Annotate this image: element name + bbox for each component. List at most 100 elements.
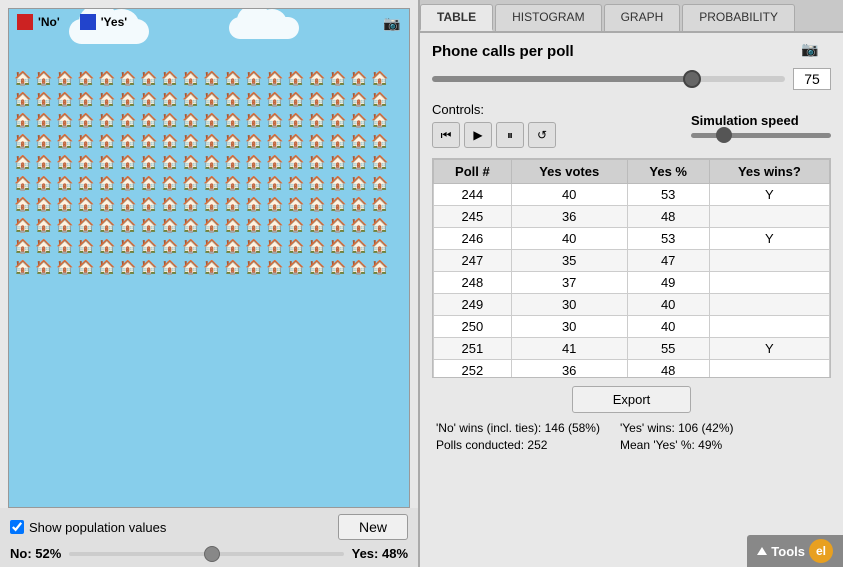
- tools-bar[interactable]: Tools el: [747, 535, 843, 567]
- right-camera-icon[interactable]: 📷: [801, 41, 819, 55]
- reset-button[interactable]: ↺: [528, 122, 556, 148]
- list-item: 🏠: [118, 173, 138, 193]
- cell-yes-wins: [709, 294, 829, 316]
- phone-calls-slider[interactable]: [432, 76, 785, 82]
- tab-probability[interactable]: PROBABILITY: [682, 4, 795, 31]
- list-item: 🏠: [181, 173, 201, 193]
- list-item: 🏠: [34, 173, 54, 193]
- polls-conducted-stat: Polls conducted: 252: [436, 438, 600, 452]
- list-item: 🏠: [13, 131, 33, 151]
- list-item: 🏠: [349, 68, 369, 88]
- legend-no-label: 'No': [38, 15, 60, 29]
- speed-slider[interactable]: [691, 133, 831, 138]
- list-item: 🏠: [118, 110, 138, 130]
- list-item: 🏠: [97, 110, 117, 130]
- col-yes-wins: Yes wins?: [709, 160, 829, 184]
- tab-table[interactable]: TABLE: [420, 4, 493, 31]
- list-item: 🏠: [160, 194, 180, 214]
- list-item: 🏠: [370, 89, 390, 109]
- list-item: 🏠: [286, 131, 306, 151]
- sim-speed-section: Simulation speed: [691, 113, 831, 138]
- list-item: 🏠: [13, 152, 33, 172]
- list-item: 🏠: [370, 257, 390, 277]
- table-row: 244 40 53 Y: [434, 184, 830, 206]
- new-button[interactable]: New: [338, 514, 408, 540]
- left-bottom-controls: Show population values New No: 52% Yes: …: [0, 508, 418, 567]
- cloud-2: [229, 17, 299, 39]
- list-item: 🏠: [97, 194, 117, 214]
- table-row: 248 37 49: [434, 272, 830, 294]
- list-item: 🏠: [244, 173, 264, 193]
- sim-speed-label: Simulation speed: [691, 113, 799, 128]
- list-item: 🏠: [223, 152, 243, 172]
- list-item: 🏠: [160, 215, 180, 235]
- table-row: 252 36 48: [434, 360, 830, 379]
- population-slider[interactable]: [69, 552, 343, 556]
- list-item: 🏠: [370, 173, 390, 193]
- no-label: No: 52%: [10, 546, 61, 561]
- list-item: 🏠: [349, 194, 369, 214]
- list-item: 🏠: [349, 131, 369, 151]
- show-population-checkbox[interactable]: [10, 520, 24, 534]
- cell-poll: 250: [434, 316, 512, 338]
- no-yes-row: No: 52% Yes: 48%: [10, 546, 408, 561]
- list-item: 🏠: [349, 89, 369, 109]
- export-button[interactable]: Export: [572, 386, 692, 413]
- cell-yes-pct: 48: [627, 206, 709, 228]
- list-item: 🏠: [265, 194, 285, 214]
- list-item: 🏠: [286, 89, 306, 109]
- list-item: 🏠: [97, 173, 117, 193]
- list-item: 🏠: [244, 89, 264, 109]
- legend-no-box: [17, 14, 33, 30]
- list-item: 🏠: [307, 152, 327, 172]
- mean-yes-stat: Mean 'Yes' %: 49%: [620, 438, 734, 452]
- list-item: 🏠: [76, 173, 96, 193]
- cell-yes-votes: 36: [511, 206, 627, 228]
- list-item: 🏠: [139, 215, 159, 235]
- legend-yes-box: [80, 14, 96, 30]
- tab-histogram[interactable]: HISTOGRAM: [495, 4, 601, 31]
- list-item: 🏠: [328, 194, 348, 214]
- list-item: 🏠: [328, 236, 348, 256]
- list-item: 🏠: [34, 131, 54, 151]
- list-item: 🏠: [34, 257, 54, 277]
- stats-col-right: 'Yes' wins: 106 (42%) Mean 'Yes' %: 49%: [620, 421, 734, 452]
- cell-yes-wins: Y: [709, 228, 829, 250]
- yes-wins-stat: 'Yes' wins: 106 (42%): [620, 421, 734, 435]
- table-row: 246 40 53 Y: [434, 228, 830, 250]
- list-item: 🏠: [97, 68, 117, 88]
- list-item: 🏠: [202, 131, 222, 151]
- list-item: 🏠: [244, 110, 264, 130]
- table-row: 245 36 48: [434, 206, 830, 228]
- pause-button[interactable]: ⏸: [496, 122, 524, 148]
- list-item: 🏠: [244, 152, 264, 172]
- play-button[interactable]: ▶: [464, 122, 492, 148]
- cell-yes-wins: Y: [709, 338, 829, 360]
- show-population-label[interactable]: Show population values: [10, 520, 166, 535]
- list-item: 🏠: [55, 131, 75, 151]
- list-item: 🏠: [76, 89, 96, 109]
- cell-yes-wins: [709, 206, 829, 228]
- camera-icon[interactable]: 📷: [383, 15, 401, 29]
- list-item: 🏠: [202, 173, 222, 193]
- show-population-row: Show population values New: [10, 514, 408, 540]
- list-item: 🏠: [76, 110, 96, 130]
- tab-graph[interactable]: GRAPH: [604, 4, 681, 31]
- show-population-text: Show population values: [29, 520, 166, 535]
- step-back-button[interactable]: ⏮: [432, 122, 460, 148]
- list-item: 🏠: [181, 110, 201, 130]
- list-item: 🏠: [349, 257, 369, 277]
- control-buttons: ⏮ ▶ ⏸ ↺: [432, 122, 556, 148]
- list-item: 🏠: [160, 89, 180, 109]
- cell-yes-votes: 37: [511, 272, 627, 294]
- list-item: 🏠: [139, 89, 159, 109]
- cell-yes-pct: 48: [627, 360, 709, 379]
- list-item: 🏠: [244, 215, 264, 235]
- list-item: 🏠: [55, 68, 75, 88]
- list-item: 🏠: [139, 131, 159, 151]
- list-item: 🏠: [223, 68, 243, 88]
- list-item: 🏠: [55, 215, 75, 235]
- data-table-wrapper[interactable]: Poll # Yes votes Yes % Yes wins? 244 40 …: [432, 158, 831, 378]
- list-item: 🏠: [13, 215, 33, 235]
- cell-poll: 247: [434, 250, 512, 272]
